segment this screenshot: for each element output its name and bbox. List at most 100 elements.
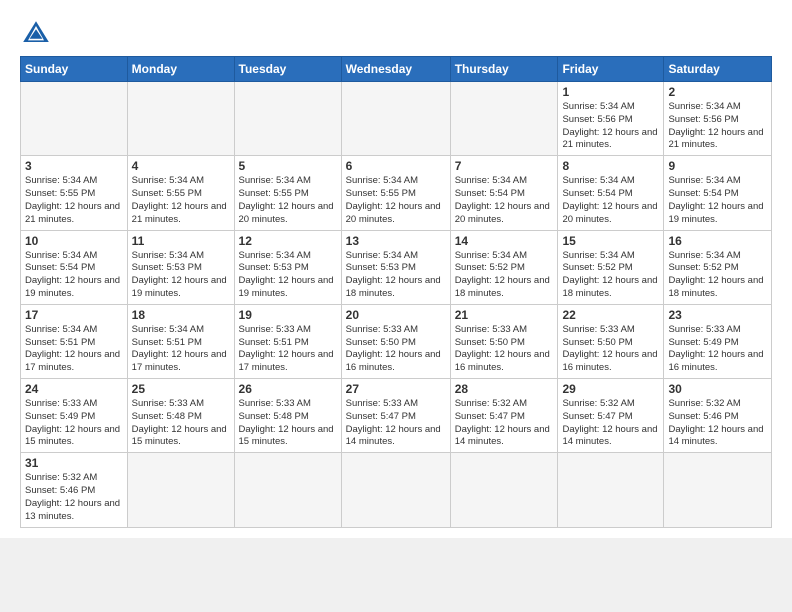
day-info: Sunrise: 5:34 AM Sunset: 5:55 PM Dayligh… xyxy=(346,175,446,226)
calendar-table: SundayMondayTuesdayWednesdayThursdayFrid… xyxy=(20,56,772,528)
day-number: 10 xyxy=(25,234,123,248)
day-info: Sunrise: 5:34 AM Sunset: 5:55 PM Dayligh… xyxy=(132,175,230,226)
calendar-cell: 2 Sunrise: 5:34 AM Sunset: 5:56 PM Daylig… xyxy=(664,82,772,156)
day-info: Sunrise: 5:34 AM Sunset: 5:56 PM Dayligh… xyxy=(562,101,659,152)
day-header-wednesday: Wednesday xyxy=(341,57,450,82)
day-number: 9 xyxy=(668,159,767,173)
calendar-cell: 1Sunrise: 5:34 AM Sunset: 5:56 PM Daylig… xyxy=(558,82,664,156)
day-info: Sunrise: 5:34 AM Sunset: 5:55 PM Dayligh… xyxy=(25,175,123,226)
day-info: Sunrise: 5:32 AM Sunset: 5:47 PM Dayligh… xyxy=(455,398,554,449)
header xyxy=(20,18,772,50)
day-header-monday: Monday xyxy=(127,57,234,82)
calendar-cell: 15 Sunrise: 5:34 AM Sunset: 5:52 PM Dayli… xyxy=(558,230,664,304)
day-headers-row: SundayMondayTuesdayWednesdayThursdayFrid… xyxy=(21,57,772,82)
calendar-cell: 22Sunrise: 5:33 AM Sunset: 5:50 PM Dayli… xyxy=(558,304,664,378)
week-row-3: 10 Sunrise: 5:34 AM Sunset: 5:54 PM Dayli… xyxy=(21,230,772,304)
day-number: 4 xyxy=(132,159,230,173)
day-info: Sunrise: 5:33 AM Sunset: 5:49 PM Dayligh… xyxy=(668,324,767,375)
day-info: Sunrise: 5:34 AM Sunset: 5:56 PM Dayligh… xyxy=(668,101,767,152)
day-info: Sunrise: 5:33 AM Sunset: 5:48 PM Dayligh… xyxy=(239,398,337,449)
week-row-5: 24 Sunrise: 5:33 AM Sunset: 5:49 PM Dayli… xyxy=(21,379,772,453)
calendar-cell: 5Sunrise: 5:34 AM Sunset: 5:55 PM Daylig… xyxy=(234,156,341,230)
calendar-cell: 25Sunrise: 5:33 AM Sunset: 5:48 PM Dayli… xyxy=(127,379,234,453)
day-number: 13 xyxy=(346,234,446,248)
calendar-cell xyxy=(234,453,341,527)
day-number: 19 xyxy=(239,308,337,322)
week-row-6: 31Sunrise: 5:32 AM Sunset: 5:46 PM Dayli… xyxy=(21,453,772,527)
calendar-cell: 23 Sunrise: 5:33 AM Sunset: 5:49 PM Dayli… xyxy=(664,304,772,378)
day-header-saturday: Saturday xyxy=(664,57,772,82)
day-number: 3 xyxy=(25,159,123,173)
day-info: Sunrise: 5:32 AM Sunset: 5:46 PM Dayligh… xyxy=(668,398,767,449)
day-info: Sunrise: 5:33 AM Sunset: 5:51 PM Dayligh… xyxy=(239,324,337,375)
calendar-cell: 29 Sunrise: 5:32 AM Sunset: 5:47 PM Dayli… xyxy=(558,379,664,453)
calendar-cell: 24 Sunrise: 5:33 AM Sunset: 5:49 PM Dayli… xyxy=(21,379,128,453)
page: SundayMondayTuesdayWednesdayThursdayFrid… xyxy=(0,0,792,538)
day-info: Sunrise: 5:34 AM Sunset: 5:52 PM Dayligh… xyxy=(562,250,659,301)
day-number: 29 xyxy=(562,382,659,396)
day-info: Sunrise: 5:34 AM Sunset: 5:52 PM Dayligh… xyxy=(455,250,554,301)
day-info: Sunrise: 5:33 AM Sunset: 5:49 PM Dayligh… xyxy=(25,398,123,449)
day-number: 23 xyxy=(668,308,767,322)
calendar-cell: 16Sunrise: 5:34 AM Sunset: 5:52 PM Dayli… xyxy=(664,230,772,304)
day-number: 25 xyxy=(132,382,230,396)
day-info: Sunrise: 5:34 AM Sunset: 5:51 PM Dayligh… xyxy=(132,324,230,375)
calendar-cell xyxy=(450,453,558,527)
day-number: 17 xyxy=(25,308,123,322)
day-number: 24 xyxy=(25,382,123,396)
day-number: 30 xyxy=(668,382,767,396)
calendar-cell: 26 Sunrise: 5:33 AM Sunset: 5:48 PM Dayli… xyxy=(234,379,341,453)
generalblue-icon xyxy=(20,18,52,50)
calendar-cell: 30 Sunrise: 5:32 AM Sunset: 5:46 PM Dayli… xyxy=(664,379,772,453)
day-number: 6 xyxy=(346,159,446,173)
calendar-cell: 9 Sunrise: 5:34 AM Sunset: 5:54 PM Daylig… xyxy=(664,156,772,230)
calendar-cell xyxy=(450,82,558,156)
day-number: 28 xyxy=(455,382,554,396)
week-row-1: 1Sunrise: 5:34 AM Sunset: 5:56 PM Daylig… xyxy=(21,82,772,156)
day-number: 12 xyxy=(239,234,337,248)
day-number: 22 xyxy=(562,308,659,322)
calendar-cell: 17Sunrise: 5:34 AM Sunset: 5:51 PM Dayli… xyxy=(21,304,128,378)
day-header-tuesday: Tuesday xyxy=(234,57,341,82)
calendar-cell: 3 Sunrise: 5:34 AM Sunset: 5:55 PM Daylig… xyxy=(21,156,128,230)
day-info: Sunrise: 5:32 AM Sunset: 5:47 PM Dayligh… xyxy=(562,398,659,449)
day-number: 8 xyxy=(562,159,659,173)
day-number: 2 xyxy=(668,85,767,99)
calendar-cell: 7Sunrise: 5:34 AM Sunset: 5:54 PM Daylig… xyxy=(450,156,558,230)
day-number: 18 xyxy=(132,308,230,322)
day-number: 11 xyxy=(132,234,230,248)
calendar-cell: 27 Sunrise: 5:33 AM Sunset: 5:47 PM Dayli… xyxy=(341,379,450,453)
day-number: 14 xyxy=(455,234,554,248)
day-number: 15 xyxy=(562,234,659,248)
calendar-cell xyxy=(341,82,450,156)
calendar-cell: 28 Sunrise: 5:32 AM Sunset: 5:47 PM Dayli… xyxy=(450,379,558,453)
day-header-sunday: Sunday xyxy=(21,57,128,82)
day-info: Sunrise: 5:34 AM Sunset: 5:54 PM Dayligh… xyxy=(562,175,659,226)
calendar-cell: 14 Sunrise: 5:34 AM Sunset: 5:52 PM Dayli… xyxy=(450,230,558,304)
day-number: 16 xyxy=(668,234,767,248)
week-row-2: 3 Sunrise: 5:34 AM Sunset: 5:55 PM Daylig… xyxy=(21,156,772,230)
day-info: Sunrise: 5:34 AM Sunset: 5:53 PM Dayligh… xyxy=(239,250,337,301)
day-number: 21 xyxy=(455,308,554,322)
day-number: 5 xyxy=(239,159,337,173)
day-header-friday: Friday xyxy=(558,57,664,82)
calendar-cell: 4 Sunrise: 5:34 AM Sunset: 5:55 PM Daylig… xyxy=(127,156,234,230)
day-header-thursday: Thursday xyxy=(450,57,558,82)
day-number: 27 xyxy=(346,382,446,396)
calendar-cell: 18 Sunrise: 5:34 AM Sunset: 5:51 PM Dayli… xyxy=(127,304,234,378)
day-info: Sunrise: 5:33 AM Sunset: 5:47 PM Dayligh… xyxy=(346,398,446,449)
calendar-cell: 21Sunrise: 5:33 AM Sunset: 5:50 PM Dayli… xyxy=(450,304,558,378)
day-number: 26 xyxy=(239,382,337,396)
calendar-cell: 6 Sunrise: 5:34 AM Sunset: 5:55 PM Daylig… xyxy=(341,156,450,230)
calendar-cell: 10 Sunrise: 5:34 AM Sunset: 5:54 PM Dayli… xyxy=(21,230,128,304)
calendar-cell: 12 Sunrise: 5:34 AM Sunset: 5:53 PM Dayli… xyxy=(234,230,341,304)
day-info: Sunrise: 5:34 AM Sunset: 5:54 PM Dayligh… xyxy=(25,250,123,301)
day-info: Sunrise: 5:34 AM Sunset: 5:54 PM Dayligh… xyxy=(668,175,767,226)
calendar-cell: 31Sunrise: 5:32 AM Sunset: 5:46 PM Dayli… xyxy=(21,453,128,527)
calendar-cell: 19 Sunrise: 5:33 AM Sunset: 5:51 PM Dayli… xyxy=(234,304,341,378)
day-number: 7 xyxy=(455,159,554,173)
calendar-cell: 8 Sunrise: 5:34 AM Sunset: 5:54 PM Daylig… xyxy=(558,156,664,230)
week-row-4: 17 Sunrise: 5:34 AM Sunset: 5:51 PM Dayli… xyxy=(21,304,772,378)
calendar-cell: 11Sunrise: 5:34 AM Sunset: 5:53 PM Dayli… xyxy=(127,230,234,304)
day-number: 31 xyxy=(25,456,123,470)
